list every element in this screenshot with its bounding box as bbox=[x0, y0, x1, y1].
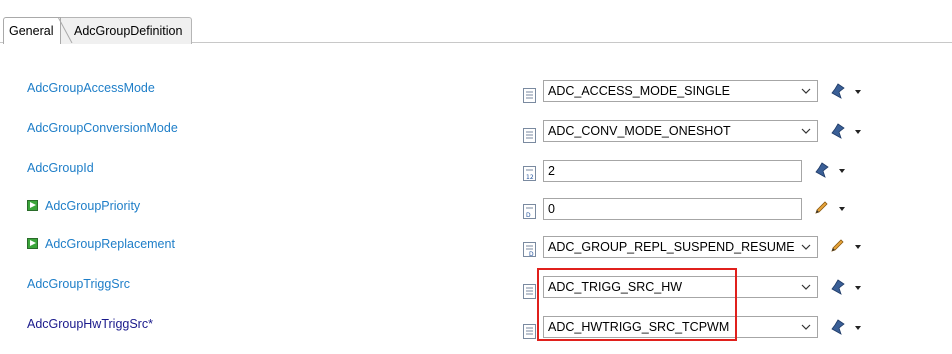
group-id-field[interactable]: 2 bbox=[543, 160, 802, 182]
param-row-priority: AdcGroupPriority D 0 bbox=[0, 198, 952, 228]
param-label[interactable]: AdcGroupConversionMode bbox=[27, 120, 178, 136]
param-label[interactable]: AdcGroupReplacement bbox=[45, 236, 175, 252]
chevron-down-icon bbox=[855, 286, 861, 290]
tab-bar: AdcGroupDefinition General bbox=[0, 0, 952, 44]
config-edit-menu-button[interactable] bbox=[829, 123, 861, 141]
chevron-down-icon bbox=[801, 284, 811, 290]
access-mode-select[interactable]: ADC_ACCESS_MODE_SINGLE bbox=[543, 80, 818, 102]
chevron-down-icon bbox=[855, 130, 861, 134]
number-icon: D bbox=[523, 204, 536, 219]
config-edit-menu-button[interactable] bbox=[829, 279, 861, 297]
tab-adc-group-definition[interactable]: AdcGroupDefinition bbox=[60, 17, 192, 44]
chevron-down-icon bbox=[855, 326, 861, 330]
param-row-conversion-mode: AdcGroupConversionMode ADC_CONV_MODE_ONE… bbox=[0, 120, 952, 150]
number-icon: 12 bbox=[523, 166, 536, 181]
pencil-edit-icon bbox=[815, 201, 828, 214]
select-value: ADC_ACCESS_MODE_SINGLE bbox=[548, 84, 731, 98]
config-edit-icon bbox=[831, 123, 845, 139]
document-icon: D bbox=[523, 242, 536, 257]
select-value: ADC_HWTRIGG_SRC_TCPWM bbox=[548, 320, 730, 334]
hw-trigg-src-select[interactable]: ADC_HWTRIGG_SRC_TCPWM bbox=[543, 316, 818, 338]
config-edit-icon bbox=[815, 162, 829, 178]
pencil-edit-menu-button[interactable] bbox=[829, 238, 861, 256]
param-label[interactable]: AdcGroupHwTriggSrc* bbox=[27, 316, 153, 332]
select-value: ADC_CONV_MODE_ONESHOT bbox=[548, 124, 731, 138]
chevron-down-icon bbox=[801, 88, 811, 94]
config-edit-icon bbox=[831, 319, 845, 335]
chevron-down-icon bbox=[801, 324, 811, 330]
param-row-replacement: AdcGroupReplacement D ADC_GROUP_REPL_SUS… bbox=[0, 236, 952, 266]
svg-text:D: D bbox=[526, 212, 531, 219]
param-row-group-id: AdcGroupId 12 2 bbox=[0, 160, 952, 190]
document-icon bbox=[523, 284, 536, 299]
enabled-param-icon[interactable] bbox=[27, 200, 38, 211]
config-edit-menu-button[interactable] bbox=[829, 319, 861, 337]
param-row-trigg-src: AdcGroupTriggSrc ADC_TRIGG_SRC_HW bbox=[0, 276, 952, 306]
config-edit-menu-button[interactable] bbox=[813, 162, 845, 180]
svg-text:12: 12 bbox=[526, 174, 534, 181]
tab-separator bbox=[58, 17, 73, 43]
document-icon bbox=[523, 128, 536, 143]
chevron-down-icon bbox=[839, 207, 845, 211]
enabled-param-icon[interactable] bbox=[27, 238, 38, 249]
tab-label: General bbox=[9, 24, 54, 38]
param-label[interactable]: AdcGroupId bbox=[27, 160, 94, 176]
conversion-mode-select[interactable]: ADC_CONV_MODE_ONESHOT bbox=[543, 120, 818, 142]
chevron-down-icon bbox=[801, 244, 811, 250]
document-icon bbox=[523, 88, 536, 103]
chevron-down-icon bbox=[855, 245, 861, 249]
priority-field[interactable]: 0 bbox=[543, 198, 802, 220]
config-edit-icon bbox=[831, 279, 845, 295]
svg-text:D: D bbox=[529, 251, 534, 257]
config-edit-menu-button[interactable] bbox=[829, 83, 861, 101]
document-icon bbox=[523, 324, 536, 339]
select-value: ADC_GROUP_REPL_SUSPEND_RESUME bbox=[548, 240, 795, 254]
chevron-down-icon bbox=[855, 90, 861, 94]
chevron-down-icon bbox=[801, 128, 811, 134]
field-value: 2 bbox=[548, 164, 555, 178]
select-value: ADC_TRIGG_SRC_HW bbox=[548, 280, 683, 294]
param-label[interactable]: AdcGroupTriggSrc bbox=[27, 276, 130, 292]
replacement-select[interactable]: ADC_GROUP_REPL_SUSPEND_RESUME bbox=[543, 236, 818, 258]
param-row-access-mode: AdcGroupAccessMode ADC_ACCESS_MODE_SINGL… bbox=[0, 80, 952, 110]
tab-label: AdcGroupDefinition bbox=[74, 24, 183, 38]
trigg-src-select[interactable]: ADC_TRIGG_SRC_HW bbox=[543, 276, 818, 298]
tab-general[interactable]: General bbox=[3, 17, 61, 44]
param-label[interactable]: AdcGroupPriority bbox=[45, 198, 140, 214]
pencil-edit-icon bbox=[831, 239, 844, 252]
param-row-hw-trigg-src: AdcGroupHwTriggSrc* ADC_HWTRIGG_SRC_TCPW… bbox=[0, 316, 952, 346]
chevron-down-icon bbox=[839, 169, 845, 173]
config-edit-icon bbox=[831, 83, 845, 99]
field-value: 0 bbox=[548, 202, 555, 216]
param-label[interactable]: AdcGroupAccessMode bbox=[27, 80, 155, 96]
pencil-edit-menu-button[interactable] bbox=[813, 200, 845, 218]
